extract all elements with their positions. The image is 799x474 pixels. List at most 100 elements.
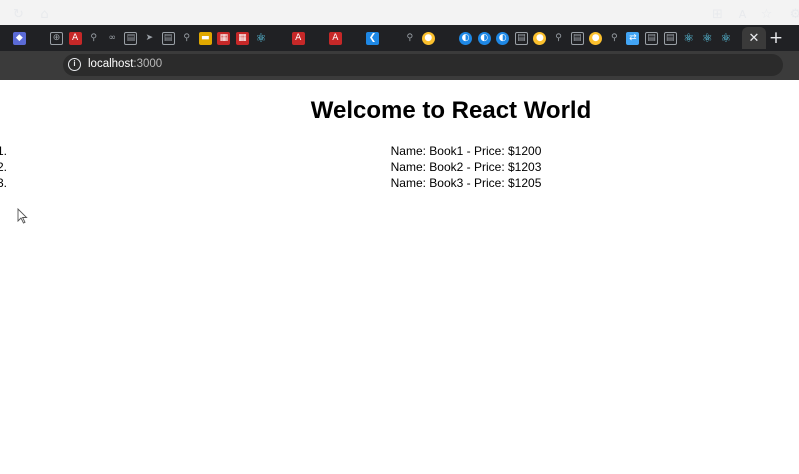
page-icon: ▤ [514, 31, 528, 45]
browser-tab[interactable]: ▦ [215, 27, 234, 49]
blank-icon [440, 32, 453, 45]
browser-tab[interactable] [382, 27, 401, 49]
page-icon: ▤ [161, 31, 175, 45]
browser-tab[interactable]: ⚛ [252, 27, 271, 49]
translate-icon: ⇄ [626, 31, 640, 45]
browser-tab[interactable]: ▤ [159, 27, 178, 49]
browser-tab[interactable]: ● [586, 27, 605, 49]
page-title: Welcome to React World [310, 97, 592, 124]
browser-tab[interactable]: ◆ [10, 27, 29, 49]
browser-tab[interactable]: ◐ [475, 27, 494, 49]
page-icon: ▤ [124, 31, 138, 45]
browser-tab[interactable]: ⚲ [605, 27, 624, 49]
browser-tab[interactable]: ⇄ [624, 27, 643, 49]
browser-tab[interactable]: ◐ [493, 27, 512, 49]
blank-icon [273, 32, 286, 45]
globe-icon: ⊕ [49, 31, 63, 45]
tab-strip: ◆ ⊕ A ⚲ ∞ ▤ ➤ ▤ ⚲ ▬ ▦ ▦ ⚛ A A ❮ ⚲ ● ◐ ◐ ◐ ▤ ● ⚲ ▤ ● ⚲ ⇄ ▤ ▤ ⚛ ⚛ ⚛ [0, 25, 799, 51]
site-info-icon[interactable]: i [68, 58, 81, 71]
home-icon[interactable]: ⌂ [37, 7, 52, 22]
browser-tab[interactable]: ⚲ [549, 27, 568, 49]
react-icon: ⚛ [701, 31, 713, 45]
browser-tab[interactable] [345, 27, 364, 49]
plus-icon: + [768, 28, 784, 48]
edge-icon: ◐ [477, 31, 491, 45]
vscode-icon: ❮ [366, 31, 380, 45]
book-list: 1. Name: Book1 - Price: $1200 2. Name: Book… [0, 143, 799, 191]
edge-icon: ◐ [496, 31, 510, 45]
browser-tab[interactable] [308, 27, 327, 49]
browser-tab[interactable]: ◐ [456, 27, 475, 49]
browser-tab[interactable]: ▤ [661, 27, 680, 49]
browser-tab[interactable] [438, 27, 457, 49]
blank-icon [310, 32, 323, 45]
pdf-icon: A [328, 31, 342, 45]
book-text: Name: Book1 - Price: $1200 [390, 144, 542, 158]
read-aloud-icon[interactable]: A [735, 7, 750, 22]
reload-icon[interactable]: ↻ [11, 7, 26, 22]
page-icon: ▤ [570, 31, 584, 45]
browser-tab[interactable]: ∞ [103, 27, 122, 49]
app-icon: ▦ [235, 31, 249, 45]
search-icon: ⚲ [90, 32, 97, 43]
list-item: 2. Name: Book2 - Price: $1203 [0, 159, 799, 175]
app-icon: ▦ [217, 31, 231, 45]
active-tab-close-button[interactable]: ✕ [742, 27, 766, 49]
browser-tab[interactable]: ⚛ [698, 27, 717, 49]
browser-tab[interactable]: ▤ [568, 27, 587, 49]
list-item: 1. Name: Book1 - Price: $1200 [0, 143, 799, 159]
blank-icon [347, 32, 360, 45]
new-tab-button[interactable]: + [766, 27, 786, 49]
book-text: Name: Book3 - Price: $1205 [390, 176, 542, 190]
browser-tab[interactable]: ⚛ [717, 27, 736, 49]
browser-tab[interactable]: ▤ [642, 27, 661, 49]
browser-tab[interactable]: A [66, 27, 85, 49]
page-icon: ▤ [644, 31, 658, 45]
browser-tab[interactable]: ● [531, 27, 550, 49]
blank-icon [385, 32, 398, 45]
search-icon: ⚲ [555, 32, 562, 43]
pdf-icon: A [291, 31, 305, 45]
close-icon: ✕ [748, 30, 760, 46]
browser-tab[interactable] [29, 27, 48, 49]
app-available-icon[interactable]: ⊞ [710, 7, 725, 22]
book-text: Name: Book2 - Price: $1203 [390, 160, 542, 174]
layers-icon: ◆ [12, 31, 26, 45]
page-icon: ▤ [663, 31, 677, 45]
browser-tab[interactable]: ⚲ [84, 27, 103, 49]
react-icon: ⚛ [720, 31, 732, 45]
chrome-icon: ● [533, 31, 547, 45]
mouse-pointer-icon [17, 208, 28, 224]
window-top-strip [0, 0, 799, 25]
url-text[interactable]: localhost:3000 [88, 58, 162, 70]
pdf-icon: A [68, 31, 82, 45]
browser-tab[interactable]: ▦ [233, 27, 252, 49]
send-icon: ➤ [145, 32, 154, 43]
react-icon: ⚛ [255, 31, 267, 45]
browser-tab[interactable]: A [326, 27, 345, 49]
browser-tab[interactable]: ⚛ [679, 27, 698, 49]
edge-icon: ◐ [459, 31, 473, 45]
browser-tab[interactable]: ❮ [363, 27, 382, 49]
blank-icon [31, 32, 44, 45]
browser-tab[interactable]: ⚲ [400, 27, 419, 49]
browser-tab[interactable]: ➤ [140, 27, 159, 49]
chrome-icon: ● [421, 31, 435, 45]
browser-tab[interactable]: ● [419, 27, 438, 49]
search-icon: ⚲ [611, 32, 618, 43]
list-item: 3. Name: Book3 - Price: $1205 [0, 175, 799, 191]
search-icon: ⚲ [183, 32, 190, 43]
address-bar[interactable] [63, 54, 783, 76]
browser-tab[interactable]: ▬ [196, 27, 215, 49]
browser-tab[interactable]: ▤ [512, 27, 531, 49]
extensions-icon[interactable]: ⚙ [788, 7, 799, 22]
browser-tab[interactable]: A [289, 27, 308, 49]
browser-tab[interactable] [270, 27, 289, 49]
browser-tab[interactable]: ⊕ [47, 27, 66, 49]
browser-tab[interactable]: ⚲ [177, 27, 196, 49]
react-icon: ⚛ [683, 31, 695, 45]
search-icon: ⚲ [406, 32, 414, 43]
favorites-star-icon[interactable]: ☆ [759, 7, 774, 22]
browser-tab[interactable]: ▤ [122, 27, 141, 49]
chrome-icon: ● [589, 31, 603, 45]
